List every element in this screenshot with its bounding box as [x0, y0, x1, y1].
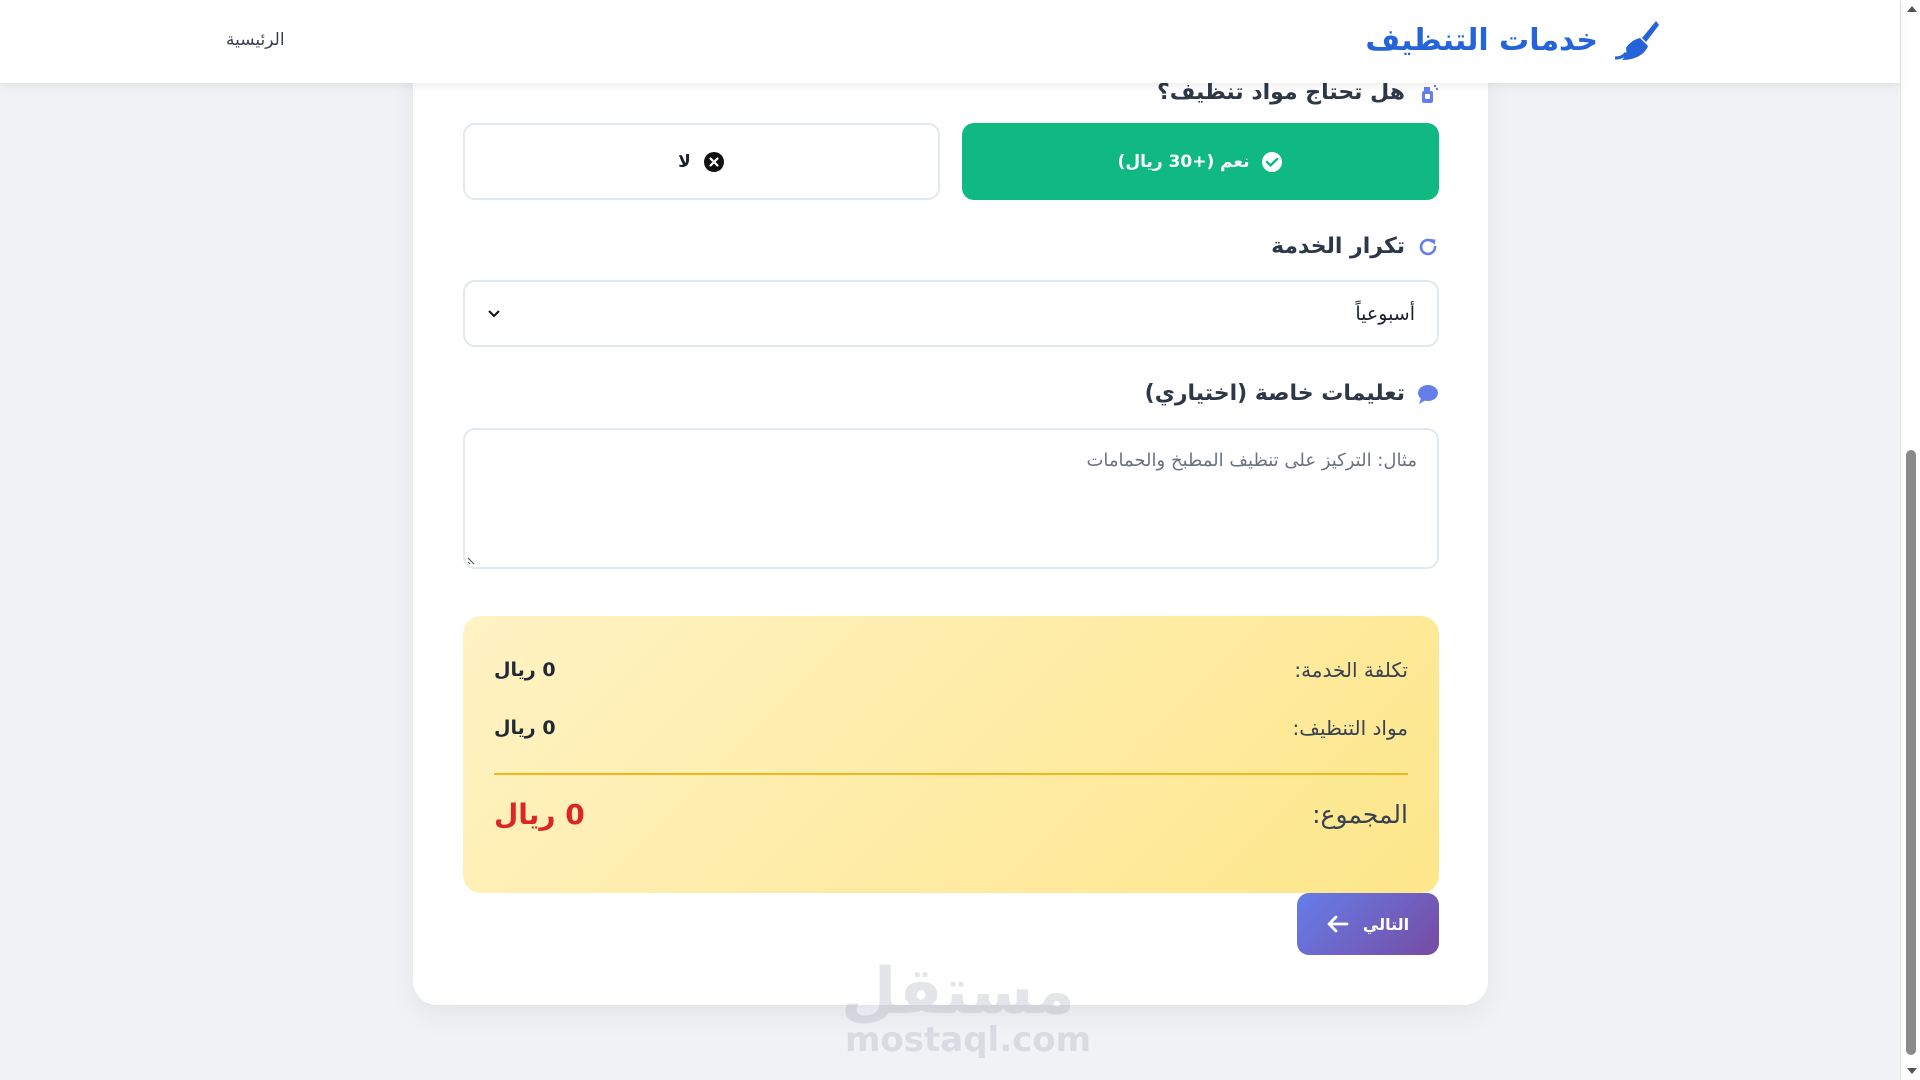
broom-icon	[1614, 21, 1659, 60]
materials-question-text: هل تحتاج مواد تنظيف؟	[1157, 80, 1405, 105]
vertical-scrollbar[interactable]	[1900, 0, 1920, 1080]
brand-title: خدمات التنظيف	[1365, 22, 1598, 58]
frequency-select[interactable]: أسبوعياً	[463, 280, 1439, 347]
spray-bottle-icon	[1422, 84, 1439, 103]
comment-icon	[1418, 384, 1438, 404]
check-circle-icon	[1262, 151, 1283, 172]
materials-cost-row: مواد التنظيف: 0 ريال	[494, 716, 1408, 740]
x-circle-icon	[703, 151, 724, 172]
instructions-textarea[interactable]: مثال: التركيز على تنظيف المطبخ والحمامات	[463, 428, 1439, 569]
next-button-label: التالي	[1362, 914, 1410, 934]
materials-no-label: لا	[678, 151, 691, 172]
arrow-left-icon	[1327, 915, 1349, 933]
next-button[interactable]: التالي	[1297, 893, 1439, 955]
materials-yes-option[interactable]: نعم (+30 ريال)	[962, 123, 1439, 200]
price-summary: تكلفة الخدمة: 0 ريال مواد التنظيف: 0 ريا…	[463, 616, 1439, 893]
resize-handle-icon[interactable]	[467, 555, 477, 565]
frequency-label: تكرار الخدمة	[1271, 234, 1439, 259]
total-row: المجموع: 0 ريال	[494, 798, 1408, 831]
service-cost-label: تكلفة الخدمة:	[1294, 658, 1408, 682]
frequency-selected-value: أسبوعياً	[1355, 302, 1415, 325]
refresh-icon	[1419, 238, 1437, 255]
frequency-label-text: تكرار الخدمة	[1271, 234, 1405, 259]
total-value: 0 ريال	[494, 798, 585, 831]
watermark-latin: mostaql.com	[845, 1020, 1092, 1060]
brand[interactable]: خدمات التنظيف	[1365, 18, 1660, 62]
scroll-up-arrow-icon[interactable]	[1907, 6, 1917, 12]
top-navbar: خدمات التنظيف الرئيسية	[0, 0, 1900, 83]
instructions-placeholder: مثال: التركيز على تنظيف المطبخ والحمامات	[1086, 450, 1417, 471]
booking-form-card: هل تحتاج مواد تنظيف؟ نعم (+30 ريال) لا ت…	[413, 40, 1488, 1005]
service-cost-row: تكلفة الخدمة: 0 ريال	[494, 658, 1408, 682]
materials-cost-label: مواد التنظيف:	[1292, 716, 1408, 740]
instructions-label-text: تعليمات خاصة (اختياري)	[1144, 381, 1405, 406]
scroll-down-arrow-icon[interactable]	[1907, 1068, 1917, 1074]
materials-cost-value: 0 ريال	[494, 717, 556, 739]
materials-yes-label: نعم (+30 ريال)	[1117, 151, 1250, 172]
summary-divider	[494, 773, 1408, 775]
scrollbar-thumb[interactable]	[1906, 450, 1916, 1055]
service-cost-value: 0 ريال	[494, 659, 556, 681]
materials-no-option[interactable]: لا	[463, 123, 940, 200]
nav-link-home[interactable]: الرئيسية	[226, 30, 285, 50]
chevron-down-icon	[488, 309, 500, 317]
materials-question-label: هل تحتاج مواد تنظيف؟	[1157, 80, 1439, 105]
total-label: المجموع:	[1312, 800, 1408, 829]
instructions-label: تعليمات خاصة (اختياري)	[1145, 381, 1439, 406]
